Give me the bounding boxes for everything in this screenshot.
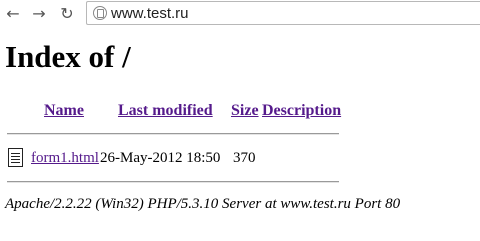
- url-text: www.test.ru: [111, 5, 189, 22]
- column-header-size[interactable]: Size: [231, 102, 259, 120]
- column-header-last-modified[interactable]: Last modified: [118, 102, 213, 120]
- file-size: 370: [233, 150, 256, 166]
- divider: [7, 133, 339, 135]
- column-header-name[interactable]: Name: [44, 102, 84, 120]
- file-last-modified: 26-May-2012 18:50: [100, 150, 221, 166]
- browser-toolbar: ← → ↻ www.test.ru: [0, 0, 480, 26]
- address-bar[interactable]: www.test.ru: [86, 1, 480, 25]
- server-signature: Apache/2.2.22 (Win32) PHP/5.3.10 Server …: [5, 196, 401, 212]
- back-arrow-icon[interactable]: ←: [2, 2, 24, 24]
- column-header-description[interactable]: Description: [262, 102, 341, 120]
- divider: [7, 181, 339, 183]
- file-icon: [8, 148, 23, 167]
- page-title: Index of /: [5, 39, 131, 74]
- forward-arrow-icon[interactable]: →: [28, 2, 50, 24]
- reload-icon[interactable]: ↻: [56, 2, 78, 24]
- page-icon: [93, 6, 107, 20]
- file-link[interactable]: form1.html: [31, 150, 99, 167]
